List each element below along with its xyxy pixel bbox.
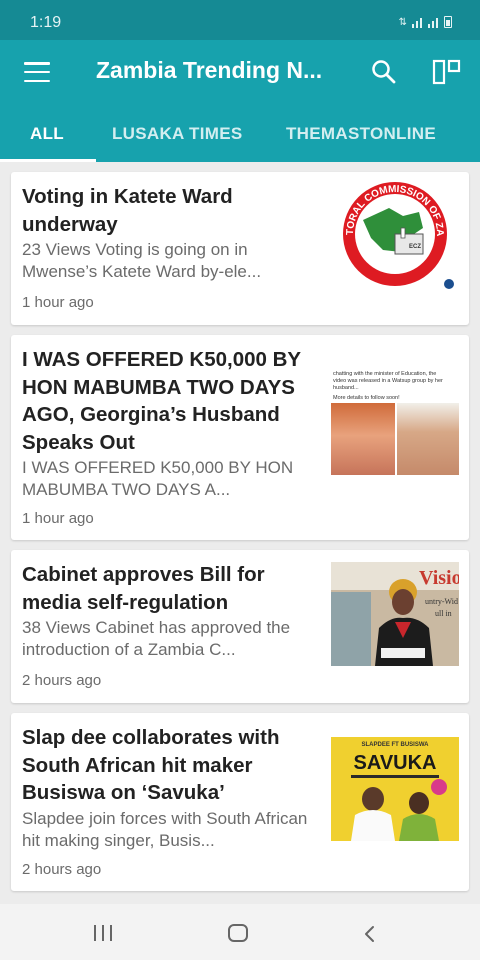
menu-icon[interactable]	[24, 62, 50, 82]
article-thumbnail: Visio untry-Wid ull in	[331, 562, 459, 666]
svg-text:untry-Wid: untry-Wid	[425, 597, 458, 606]
status-bar: 1:19 ⇅	[0, 0, 480, 40]
article-card[interactable]: I WAS OFFERED K50,000 BY HON MABUMBA TWO…	[11, 335, 469, 540]
article-excerpt: I WAS OFFERED K50,000 BY HON MABUMBA TWO…	[22, 458, 294, 499]
article-thumbnail: chatting with the minister of Education,…	[331, 369, 459, 477]
article-thumbnail: ELECTORAL COMMISSION OF ZAMBIA Endorsing…	[331, 180, 459, 290]
signal-icon	[412, 18, 422, 28]
tab-lusaka-times[interactable]: LUSAKA TIMES	[112, 124, 242, 144]
search-icon[interactable]	[370, 58, 398, 86]
article-time: 1 hour ago	[22, 510, 94, 527]
savuka-cover-image: SLAPDEE FT BUSISWA SAVUKA	[331, 737, 459, 841]
svg-text:SAVUKA: SAVUKA	[354, 752, 437, 774]
article-time: 2 hours ago	[22, 861, 102, 878]
article-card[interactable]: Voting in Katete Ward underway 23 Views …	[11, 172, 469, 325]
layout-toggle-icon[interactable]	[432, 58, 462, 86]
tab-all[interactable]: ALL	[30, 124, 64, 144]
article-excerpt: 38 Views Cabinet has approved the introd…	[22, 618, 291, 659]
svg-text:ECZ: ECZ	[409, 244, 421, 250]
photo-left	[331, 403, 395, 475]
photo-right	[397, 403, 459, 475]
article-title: Voting in Katete Ward underway	[22, 185, 233, 236]
article-excerpt: 23 Views Voting is going on in Mwense’s …	[22, 240, 262, 281]
tab-themastonline[interactable]: THEMASTONLINE	[286, 124, 436, 144]
svg-text:ull in: ull in	[435, 609, 452, 618]
press-photo-image: Visio untry-Wid ull in	[331, 562, 459, 666]
battery-icon	[444, 16, 452, 28]
article-time: 1 hour ago	[22, 294, 94, 311]
article-title: Slap dee collaborates with South African…	[22, 726, 280, 804]
article-card[interactable]: Cabinet approves Bill for media self-reg…	[11, 550, 469, 703]
home-icon[interactable]	[228, 924, 248, 942]
app-bar: Zambia Trending N...	[0, 40, 480, 104]
tab-indicator	[0, 159, 96, 162]
system-nav-bar	[0, 904, 480, 960]
app-title: Zambia Trending N...	[96, 57, 323, 83]
svg-text:SLAPDEE FT BUSISWA: SLAPDEE FT BUSISWA	[361, 742, 429, 748]
svg-text:Visio: Visio	[419, 567, 459, 589]
recent-apps-icon[interactable]	[94, 925, 112, 941]
thumbnail-caption: chatting with the minister of Education,…	[333, 371, 443, 401]
article-time: 2 hours ago	[22, 672, 102, 689]
tab-bar: ALL LUSAKA TIMES THEMASTONLINE	[0, 104, 480, 162]
ecz-logo-image: ELECTORAL COMMISSION OF ZAMBIA Endorsing…	[331, 180, 459, 290]
article-title: I WAS OFFERED K50,000 BY HON MABUMBA TWO…	[22, 348, 301, 454]
signal-icon-2	[428, 18, 438, 28]
article-card[interactable]: Slap dee collaborates with South African…	[11, 713, 469, 891]
article-title: Cabinet approves Bill for media self-reg…	[22, 563, 265, 614]
status-time: 1:19	[30, 14, 62, 31]
article-excerpt: Slapdee join forces with South African h…	[22, 809, 308, 850]
article-thumbnail: SLAPDEE FT BUSISWA SAVUKA	[331, 737, 459, 841]
status-icons: ⇅	[399, 16, 452, 28]
back-icon[interactable]	[360, 924, 380, 944]
data-transfer-icon: ⇅	[398, 17, 407, 28]
